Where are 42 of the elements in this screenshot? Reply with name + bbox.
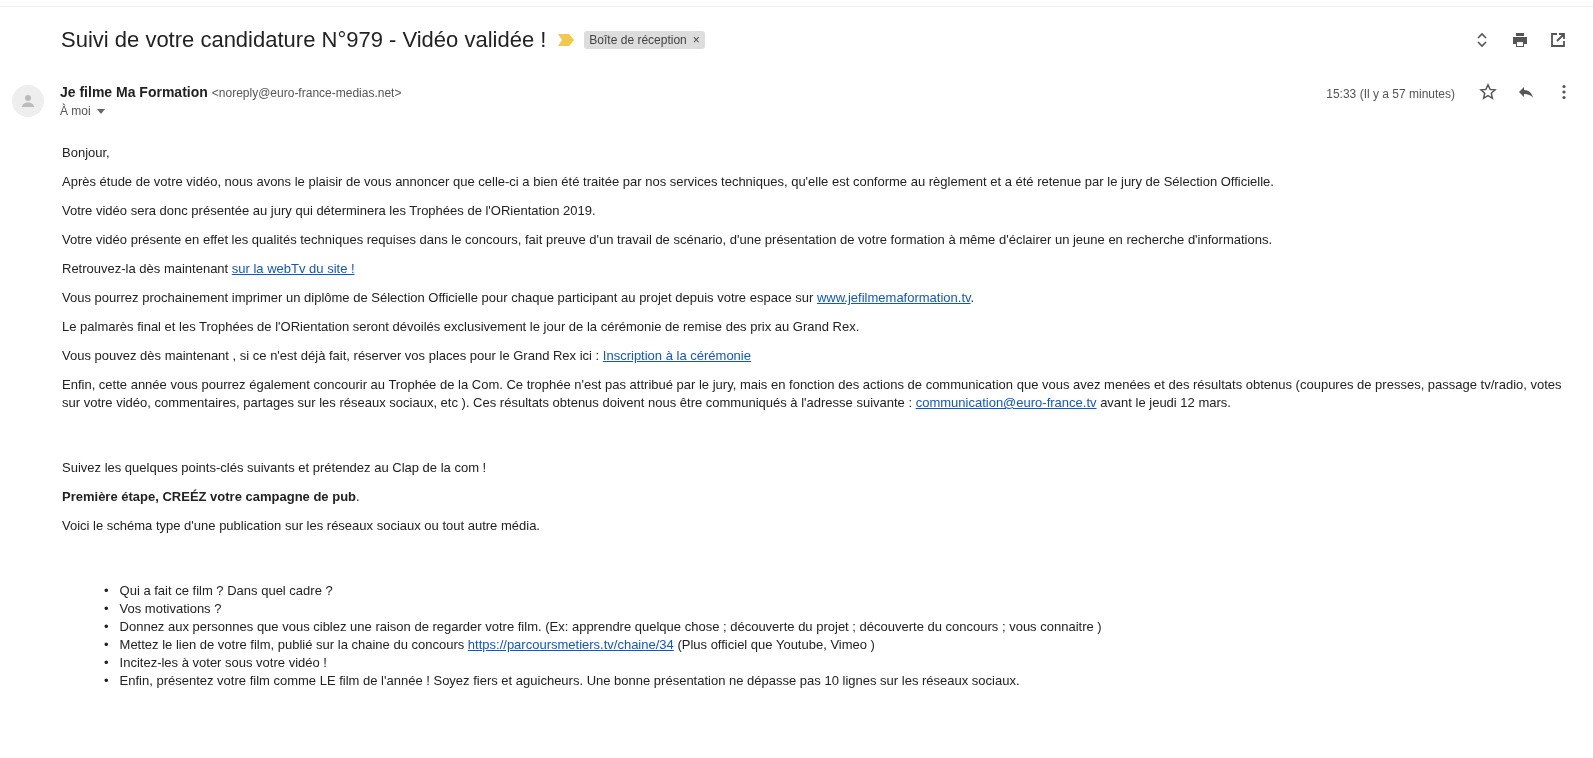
bullet-item: Incitez-les à voter sous votre vidéo ! [119,654,327,672]
star-icon[interactable] [1479,83,1497,101]
bullet-marker: • [104,600,109,618]
dropdown-caret-icon[interactable] [96,108,105,114]
bullet-item: Vos motivations ? [119,600,222,618]
body-paragraph: Vous pourrez prochainement imprimer un diplôme de Sélection Officielle pour chaque participant au projet depuis votre espace sur www.jefilmemaformation.tv. [62,289,976,307]
print-icon[interactable] [1511,31,1529,49]
body-paragraph: Vous pouvez dès maintenant , si ce n'est déjà fait, réserver vos places pour le Grand Rex ici : Inscription à la cérémonie [62,347,752,365]
bullet-item: Enfin, présentez votre film comme LE film de l'année ! Soyez fiers et aguicheurs. Une bonne présentation ne dépasse pas 10 lignes sur les réseaux sociaux. [119,672,1020,690]
bullet-marker: • [104,618,109,636]
body-paragraph: Voici le schéma type d'une publication sur les réseaux sociaux ou tout autre média. [62,517,541,535]
body-paragraph: Enfin, cette année vous pourrez également concourir au Trophée de la Com. Ce trophée n'est pas attribué par le jury, mais en fonction des actions de communication que vous avez menées et des résultats obtenus (coupures de presses, passage tv/radio, votes sur votre vidéo, commentaires, partages sur les réseaux sociaux, etc ). Ces résultats obtenus doivent nous être communiqués à l'adresse suivante : communication@euro-france.tv avant le jeudi 12 mars. [62,376,1563,412]
label-text: Boîte de réception [589,33,687,47]
sender-email: <noreply@euro-france-medias.net> [211,86,402,100]
bullet-marker: • [104,654,109,672]
bullet-marker: • [104,636,109,654]
body-paragraph: Après étude de votre vidéo, nous avons le plaisir de vous annoncer que celle-ci a bien été traitée par nos services techniques, qu'elle est conforme au règlement et a été retenue par le jury de Sélection Officielle. [62,173,1275,191]
bullet-item: Qui a fait ce film ? Dans quel cadre ? [119,582,333,600]
body-paragraph: Suivez les quelques points-clés suivants et prétendez au Clap de la com ! [62,459,488,477]
bullet-marker: • [104,582,109,600]
link[interactable]: sur la webTv du site ! [231,261,355,276]
open-in-new-window-icon[interactable] [1549,31,1567,49]
bullet-item: Donnez aux personnes que vous ciblez une raison de regarder votre film. (Ex: apprendre quelque chose ; découverte du projet ; découverte du concours ; vous connaitre ) [119,618,1102,636]
email-subject: Suivi de votre candidature N°979 - Vidéo validée ! [61,27,547,53]
importance-marker-icon[interactable] [558,34,575,46]
body-paragraph: Votre vidéo sera donc présentée au jury qui déterminera les Trophées de l'ORientation 2019. [62,202,597,220]
remove-label-button[interactable]: × [692,33,700,47]
sender-name: Je filme Ma Formation [60,84,208,100]
recipient-text: À moi [60,104,91,118]
body-paragraph: Votre vidéo présente en effet les qualités techniques requises dans le concours, fait preuve d'un travail de scénario, d'une présentation de votre formation à même d'éclairer un jeune en recherche d'informations. [62,231,1273,249]
link[interactable]: https://parcoursmetiers.tv/chaine/34 [467,637,674,652]
bullet-item: Mettez le lien de votre film, publié sur la chaine du concours https://parcoursmetiers.tv/chaine/34 (Plus officiel que Youtube, Vimeo ) [119,636,875,654]
body-paragraph: Retrouvez-la dès maintenant sur la webTv du site ! [62,260,356,278]
link[interactable]: Inscription à la cérémonie [602,348,751,363]
message-time: 15:33 (Il y a 57 minutes) [1326,87,1455,101]
link[interactable]: communication@euro-france.tv [915,395,1097,410]
body-paragraph: Bonjour, [62,144,111,162]
body-paragraph: Le palmarès final et les Trophées de l'ORientation seront dévoilés exclusivement le jour de la cérémonie de remise des prix au Grand Rex. [62,318,861,336]
avatar-icon [12,85,44,117]
body-paragraph: Première étape, CREÉZ votre campagne de pub. [62,488,361,506]
bullet-marker: • [104,672,109,690]
link[interactable]: www.jefilmemaformation.tv [816,290,971,305]
